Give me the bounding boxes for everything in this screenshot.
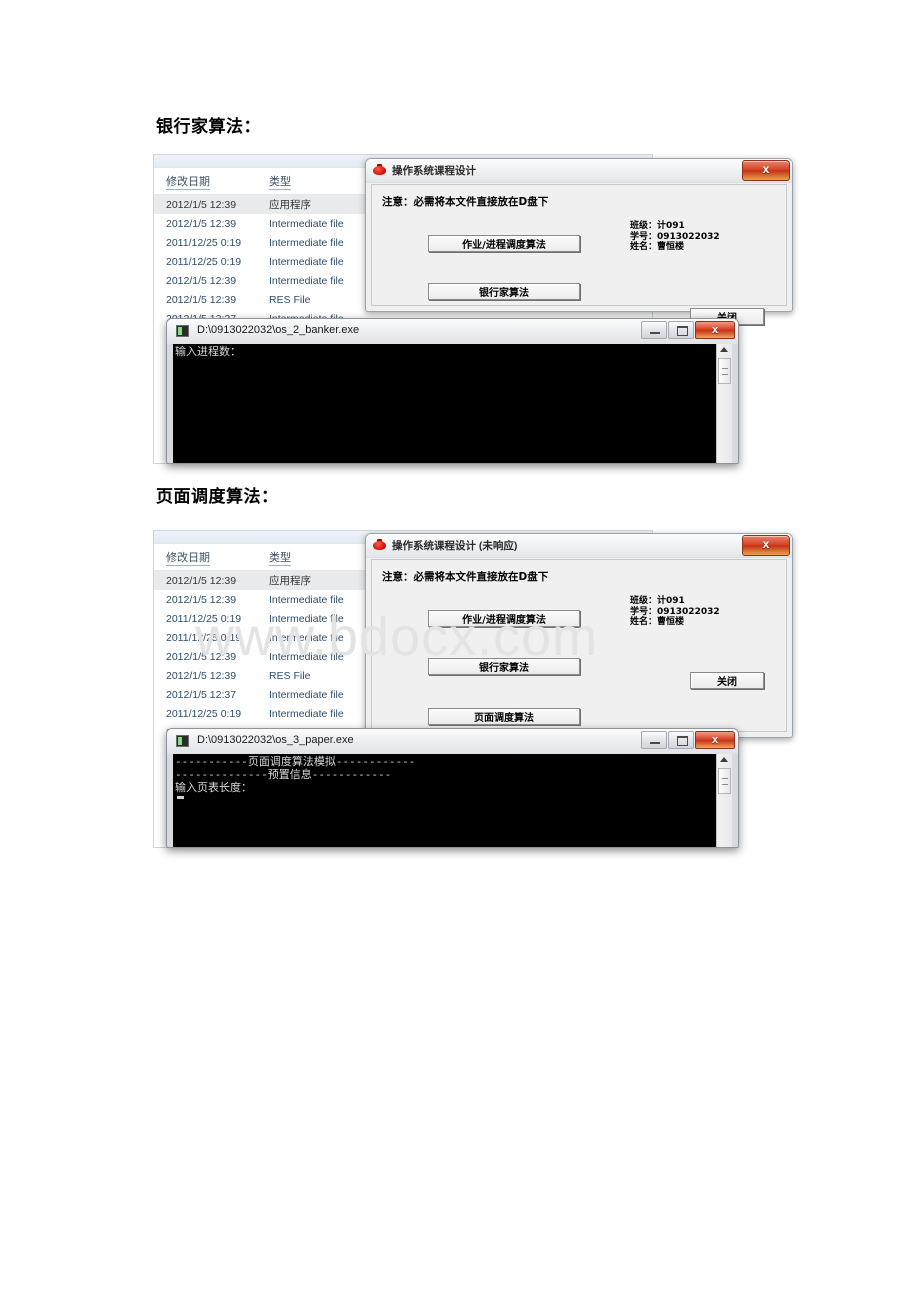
column-header-type[interactable]: 类型 xyxy=(269,176,291,190)
dialog-body: 注意：必需将本文件直接放在D盘下 班级：计091 学号：0913022032 姓… xyxy=(371,559,787,732)
cell-date: 2012/1/5 12:39 xyxy=(166,574,237,587)
console-window-controls: x xyxy=(641,321,735,339)
column-header-date[interactable]: 修改日期 xyxy=(166,176,210,190)
page-scheduling-button[interactable]: 页面调度算法 xyxy=(428,708,580,725)
cell-date: 2012/1/5 12:39 xyxy=(166,198,237,211)
scrollbar-thumb[interactable] xyxy=(718,358,731,384)
cell-date: 2012/1/5 12:37 xyxy=(166,688,237,701)
notice-text: 注意：必需将本文件直接放在D盘下 xyxy=(382,196,549,208)
notice-text: 注意：必需将本文件直接放在D盘下 xyxy=(382,571,549,583)
app-icon xyxy=(373,164,386,177)
close-icon[interactable]: x xyxy=(742,535,790,556)
console-title-bar[interactable]: D:\0913022032\os_3_paper.exe x xyxy=(167,729,738,754)
maximize-icon[interactable] xyxy=(668,731,694,749)
minimize-icon[interactable] xyxy=(641,321,667,339)
console-scrollbar[interactable] xyxy=(716,344,732,463)
cell-date: 2012/1/5 12:39 xyxy=(166,593,237,606)
close-icon[interactable]: x xyxy=(695,731,735,749)
cell-date: 2012/1/5 12:39 xyxy=(166,293,237,306)
app-dialog-banker[interactable]: 操作系统课程设计 x 注意：必需将本文件直接放在D盘下 班级：计091 学号：0… xyxy=(365,158,793,325)
app-dialog-paging[interactable]: 操作系统课程设计 (未响应) x 注意：必需将本文件直接放在D盘下 班级：计09… xyxy=(365,533,793,738)
screenshot-banker: 修改日期 类型 2012/1/5 12:39 应用程序 2012/1/5 12:… xyxy=(153,152,793,464)
close-icon[interactable]: x xyxy=(742,160,790,181)
student-info: 班级：计091 学号：0913022032 姓名：曹恒楼 xyxy=(630,221,720,253)
scrollbar-thumb[interactable] xyxy=(718,768,731,794)
dialog-body: 注意：必需将本文件直接放在D盘下 班级：计091 学号：0913022032 姓… xyxy=(371,184,787,325)
dialog-title-bar[interactable]: 操作系统课程设计 (未响应) x xyxy=(366,534,792,558)
cell-date: 2011/12/25 0:19 xyxy=(166,631,242,644)
column-header-date[interactable]: 修改日期 xyxy=(166,552,210,566)
maximize-icon[interactable] xyxy=(668,321,694,339)
console-window-banker[interactable]: D:\0913022032\os_2_banker.exe x 输入进程数： xyxy=(166,318,739,464)
cell-date: 2012/1/5 12:39 xyxy=(166,217,237,230)
dialog-title: 操作系统课程设计 xyxy=(392,165,476,177)
minimize-icon[interactable] xyxy=(641,731,667,749)
job-process-scheduling-button[interactable]: 作业/进程调度算法 xyxy=(428,610,580,627)
console-title: D:\0913022032\os_3_paper.exe xyxy=(197,734,354,746)
column-header-type[interactable]: 类型 xyxy=(269,552,291,566)
section-heading-paging: 页面调度算法： xyxy=(156,487,279,507)
close-icon[interactable]: x xyxy=(695,321,735,339)
student-id: 学号：0913022032 xyxy=(630,231,720,242)
close-button[interactable]: 关闭 xyxy=(690,672,764,689)
banker-algorithm-button[interactable]: 银行家算法 xyxy=(428,283,580,300)
scroll-up-icon[interactable] xyxy=(720,757,728,762)
section-heading-banker: 银行家算法： xyxy=(156,117,261,137)
cell-date: 2012/1/5 12:39 xyxy=(166,650,237,663)
console-window-controls: x xyxy=(641,731,735,749)
job-process-scheduling-button[interactable]: 作业/进程调度算法 xyxy=(428,235,580,252)
banker-algorithm-button[interactable]: 银行家算法 xyxy=(428,658,580,675)
console-scrollbar[interactable] xyxy=(716,754,732,847)
console-screen[interactable]: 输入进程数： xyxy=(173,344,732,463)
cell-date: 2011/12/25 0:19 xyxy=(166,236,242,249)
document-page: 银行家算法： 修改日期 类型 2012/1/5 12:39 应用程序 2012/… xyxy=(0,0,920,1302)
student-class: 班级：计091 xyxy=(630,221,685,231)
console-window-paging[interactable]: D:\0913022032\os_3_paper.exe x ---------… xyxy=(166,728,739,848)
cell-date: 2011/12/25 0:19 xyxy=(166,707,242,720)
console-screen[interactable]: -----------页面调度算法模拟------------ --------… xyxy=(173,754,732,847)
student-info: 班级：计091 学号：0913022032 姓名：曹恒楼 xyxy=(630,596,720,628)
app-icon xyxy=(373,539,386,552)
dialog-title-bar[interactable]: 操作系统课程设计 x xyxy=(366,159,792,183)
cell-date: 2011/12/25 0:19 xyxy=(166,612,242,625)
console-caret xyxy=(177,796,184,799)
console-output: -----------页面调度算法模拟------------ --------… xyxy=(175,755,416,794)
student-class: 班级：计091 xyxy=(630,596,685,606)
console-icon xyxy=(176,735,189,747)
console-title-bar[interactable]: D:\0913022032\os_2_banker.exe x xyxy=(167,319,738,344)
student-name: 姓名：曹恒楼 xyxy=(630,242,685,252)
screenshot-paging: 修改日期 类型 2012/1/5 12:39 应用程序 2012/1/5 12:… xyxy=(153,528,793,848)
student-id: 学号：0913022032 xyxy=(630,606,720,617)
console-output: 输入进程数： xyxy=(175,345,241,358)
console-icon xyxy=(176,325,189,337)
scroll-up-icon[interactable] xyxy=(720,347,728,352)
dialog-title: 操作系统课程设计 (未响应) xyxy=(392,540,518,552)
console-title: D:\0913022032\os_2_banker.exe xyxy=(197,324,360,336)
cell-date: 2012/1/5 12:39 xyxy=(166,669,237,682)
cell-date: 2011/12/25 0:19 xyxy=(166,255,242,268)
cell-date: 2012/1/5 12:39 xyxy=(166,274,237,287)
student-name: 姓名：曹恒楼 xyxy=(630,617,685,627)
